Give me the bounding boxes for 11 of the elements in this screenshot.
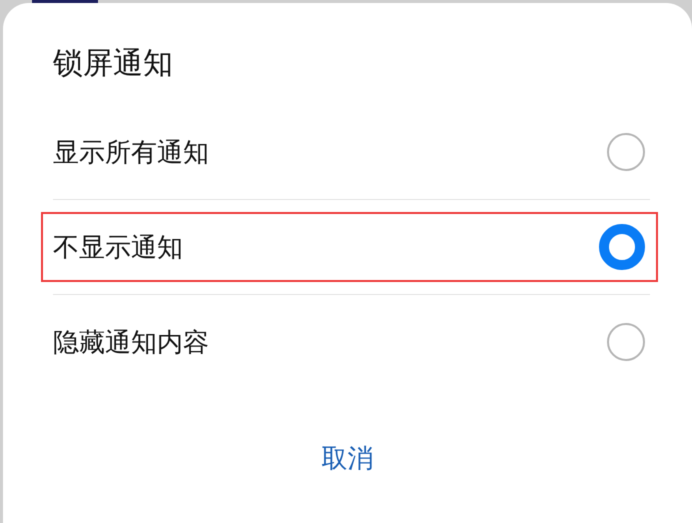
option-row[interactable]: 显示所有通知 <box>53 105 650 199</box>
radio-button[interactable] <box>607 323 645 361</box>
option-row[interactable]: 不显示通知 <box>53 199 650 294</box>
cancel-button[interactable]: 取消 <box>312 437 384 480</box>
option-label: 显示所有通知 <box>53 136 209 170</box>
option-label: 不显示通知 <box>53 232 183 264</box>
radio-button[interactable] <box>599 224 645 270</box>
option-row[interactable]: 隐藏通知内容 <box>53 294 650 389</box>
dialog-title: 锁屏通知 <box>53 45 174 83</box>
option-label: 隐藏通知内容 <box>53 326 209 360</box>
radio-button[interactable] <box>607 133 645 171</box>
